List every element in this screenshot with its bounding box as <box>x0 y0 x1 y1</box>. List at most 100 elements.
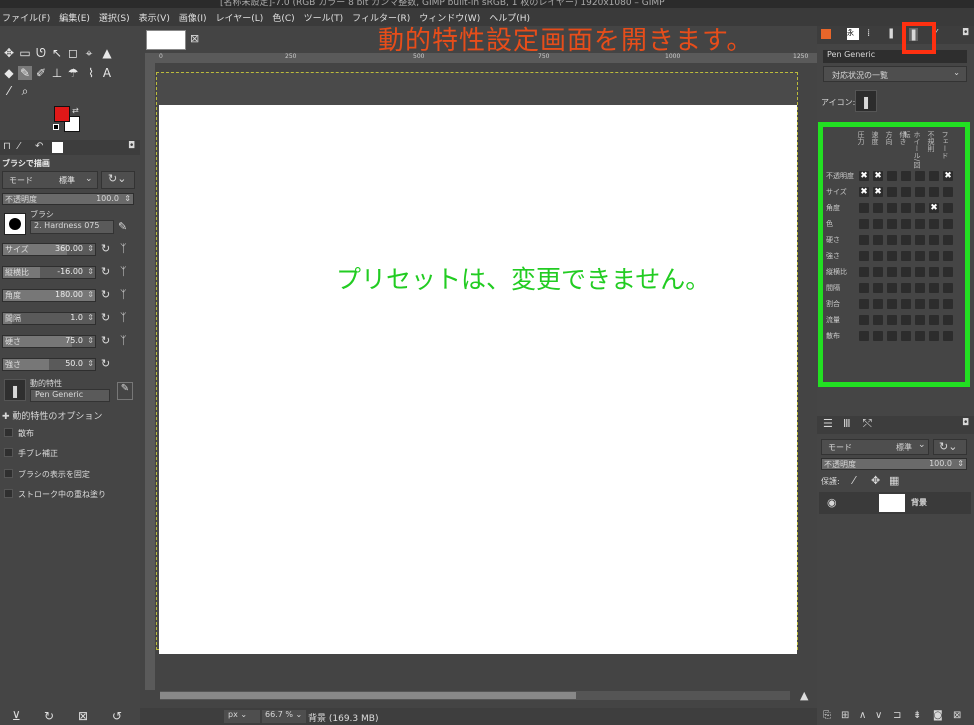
matrix-cell[interactable] <box>901 267 911 277</box>
paint-dynamics-tab-icon[interactable]: ❚ <box>887 28 895 39</box>
brush-name-field[interactable]: 2. Hardness 075 <box>30 220 114 234</box>
dynamics-icon-button[interactable]: ❚ <box>855 90 877 112</box>
matrix-cell[interactable] <box>915 283 925 293</box>
restore-options-icon[interactable]: ↻ <box>44 709 54 723</box>
scrollbar-thumb[interactable] <box>160 692 576 699</box>
eye-icon[interactable]: ◉ <box>827 496 837 509</box>
matrix-cell[interactable] <box>859 315 869 325</box>
matrix-cell[interactable] <box>887 299 897 309</box>
crop-tool-icon[interactable]: ↖ <box>50 46 64 60</box>
bucket-fill-icon[interactable]: ◆ <box>2 66 16 80</box>
matrix-cell[interactable] <box>901 283 911 293</box>
matrix-cell[interactable] <box>901 187 911 197</box>
matrix-cell[interactable] <box>859 219 869 229</box>
unit-select[interactable]: px ⌄ <box>224 710 260 723</box>
brushes-tab-icon[interactable]: ⁞ <box>867 28 870 39</box>
matrix-cell[interactable]: ✖ <box>943 171 953 181</box>
matrix-cell[interactable] <box>929 267 939 277</box>
matrix-cell[interactable] <box>901 235 911 245</box>
warp-tool-icon[interactable]: ⌖ <box>82 46 96 60</box>
matrix-cell[interactable]: ✖ <box>859 187 869 197</box>
matrix-cell[interactable] <box>943 267 953 277</box>
matrix-cell[interactable] <box>859 251 869 261</box>
lock-position-icon[interactable]: ✥ <box>871 474 880 487</box>
dock-menu-icon[interactable]: ◘ <box>128 141 135 151</box>
matrix-cell[interactable]: ✖ <box>873 187 883 197</box>
menu-tools[interactable]: ツール(T) <box>304 11 344 24</box>
matrix-cell[interactable] <box>915 299 925 309</box>
matrix-cell[interactable]: ✖ <box>859 171 869 181</box>
image-tab-thumbnail[interactable] <box>146 30 186 50</box>
force-slider[interactable]: 強さ 50.0 ⇕ <box>2 358 96 371</box>
layer-mode-reset-button[interactable]: ↻⌄ <box>933 439 967 455</box>
new-layer-icon[interactable]: ⎘ <box>823 710 831 721</box>
path-tool-icon[interactable]: ⌇ <box>84 66 98 80</box>
navigate-icon[interactable]: ▲ <box>800 689 808 702</box>
tool-options-tab-icon[interactable]: ⊓ <box>3 141 11 152</box>
zoom-select[interactable]: 66.7 % ⌄ <box>262 710 306 723</box>
dynamics-preview-icon[interactable]: ❚ <box>4 379 26 401</box>
paths-tab-icon[interactable]: ⤲ <box>863 417 872 431</box>
swap-colors-icon[interactable]: ⇄ <box>72 106 79 115</box>
fg-bg-tab-icon[interactable] <box>821 29 831 39</box>
size-slider[interactable]: サイズ 360.00 ⇕ <box>2 243 96 256</box>
lock-pixels-icon[interactable]: ⁄ <box>853 474 855 487</box>
delete-layer-icon[interactable]: ⊠ <box>953 710 961 721</box>
matrix-cell[interactable] <box>943 315 953 325</box>
paint-mode-select[interactable]: モード 標準 ⌄ <box>2 171 98 189</box>
default-colors-icon[interactable] <box>53 124 59 130</box>
color-picker-icon[interactable]: ⁄ <box>2 84 16 98</box>
palettes-tab-icon[interactable]: 永 <box>847 28 859 40</box>
layer-mode-select[interactable]: モード 標準 ⌄ <box>821 439 929 455</box>
new-group-icon[interactable]: ⊞ <box>841 710 849 721</box>
matrix-cell[interactable] <box>873 283 883 293</box>
matrix-cell[interactable] <box>901 315 911 325</box>
dynamics-options-expander[interactable]: ✚ 動的特性のオプション <box>2 409 102 422</box>
layers-tab-icon[interactable]: ☰ <box>823 417 833 430</box>
reset-angle-icon[interactable]: ↻ <box>101 288 110 301</box>
matrix-cell[interactable] <box>901 299 911 309</box>
brush-preview[interactable] <box>4 213 26 235</box>
matrix-cell[interactable] <box>901 171 911 181</box>
incremental-checkbox[interactable] <box>4 489 13 498</box>
horizontal-scrollbar[interactable] <box>160 691 790 700</box>
opacity-slider[interactable]: 不透明度 100.0 ⇕ <box>2 193 134 205</box>
eraser-tool-icon[interactable]: ✐ <box>34 66 48 80</box>
menu-edit[interactable]: 編集(E) <box>59 11 90 24</box>
matrix-cell[interactable] <box>873 235 883 245</box>
matrix-cell[interactable] <box>929 283 939 293</box>
matrix-cell[interactable] <box>943 251 953 261</box>
channels-tab-icon[interactable]: Ⅲ <box>843 417 851 430</box>
smudge-tool-icon[interactable]: ☂ <box>66 66 80 80</box>
matrix-cell[interactable] <box>915 331 925 341</box>
spacing-slider[interactable]: 間隔 1.0 ⇕ <box>2 312 96 325</box>
edit-brush-icon[interactable]: ✎ <box>118 220 127 233</box>
matrix-cell[interactable] <box>873 299 883 309</box>
matrix-cell[interactable] <box>929 331 939 341</box>
matrix-cell[interactable] <box>859 235 869 245</box>
matrix-cell[interactable] <box>915 267 925 277</box>
menu-image[interactable]: 画像(I) <box>179 11 207 24</box>
edit-dynamics-icon[interactable]: ✎ <box>117 382 133 400</box>
reset-options-icon[interactable]: ↺ <box>112 709 122 723</box>
reset-aspect-icon[interactable]: ↻ <box>101 265 110 278</box>
matrix-cell[interactable] <box>859 331 869 341</box>
matrix-cell[interactable] <box>901 251 911 261</box>
matrix-cell[interactable]: ✖ <box>929 203 939 213</box>
unified-transform-icon[interactable]: ◻ <box>66 46 80 60</box>
matrix-cell[interactable] <box>887 203 897 213</box>
aspect-ratio-slider[interactable]: 縦横比 -16.00 ⇕ <box>2 266 96 279</box>
link-size-icon[interactable]: ᛉ <box>120 242 127 255</box>
matrix-cell[interactable] <box>943 331 953 341</box>
matrix-cell[interactable]: ✖ <box>873 171 883 181</box>
lock-alpha-icon[interactable]: ▦ <box>889 474 899 487</box>
heal-tool-icon[interactable]: ⊥ <box>50 66 64 80</box>
matrix-cell[interactable] <box>929 187 939 197</box>
matrix-cell[interactable] <box>887 171 897 181</box>
matrix-cell[interactable] <box>915 235 925 245</box>
move-tool-icon[interactable]: ✥ <box>2 46 16 60</box>
foreground-color-swatch[interactable] <box>54 106 70 122</box>
matrix-cell[interactable] <box>915 187 925 197</box>
reset-force-icon[interactable]: ↻ <box>101 357 110 370</box>
menu-view[interactable]: 表示(V) <box>139 11 170 24</box>
